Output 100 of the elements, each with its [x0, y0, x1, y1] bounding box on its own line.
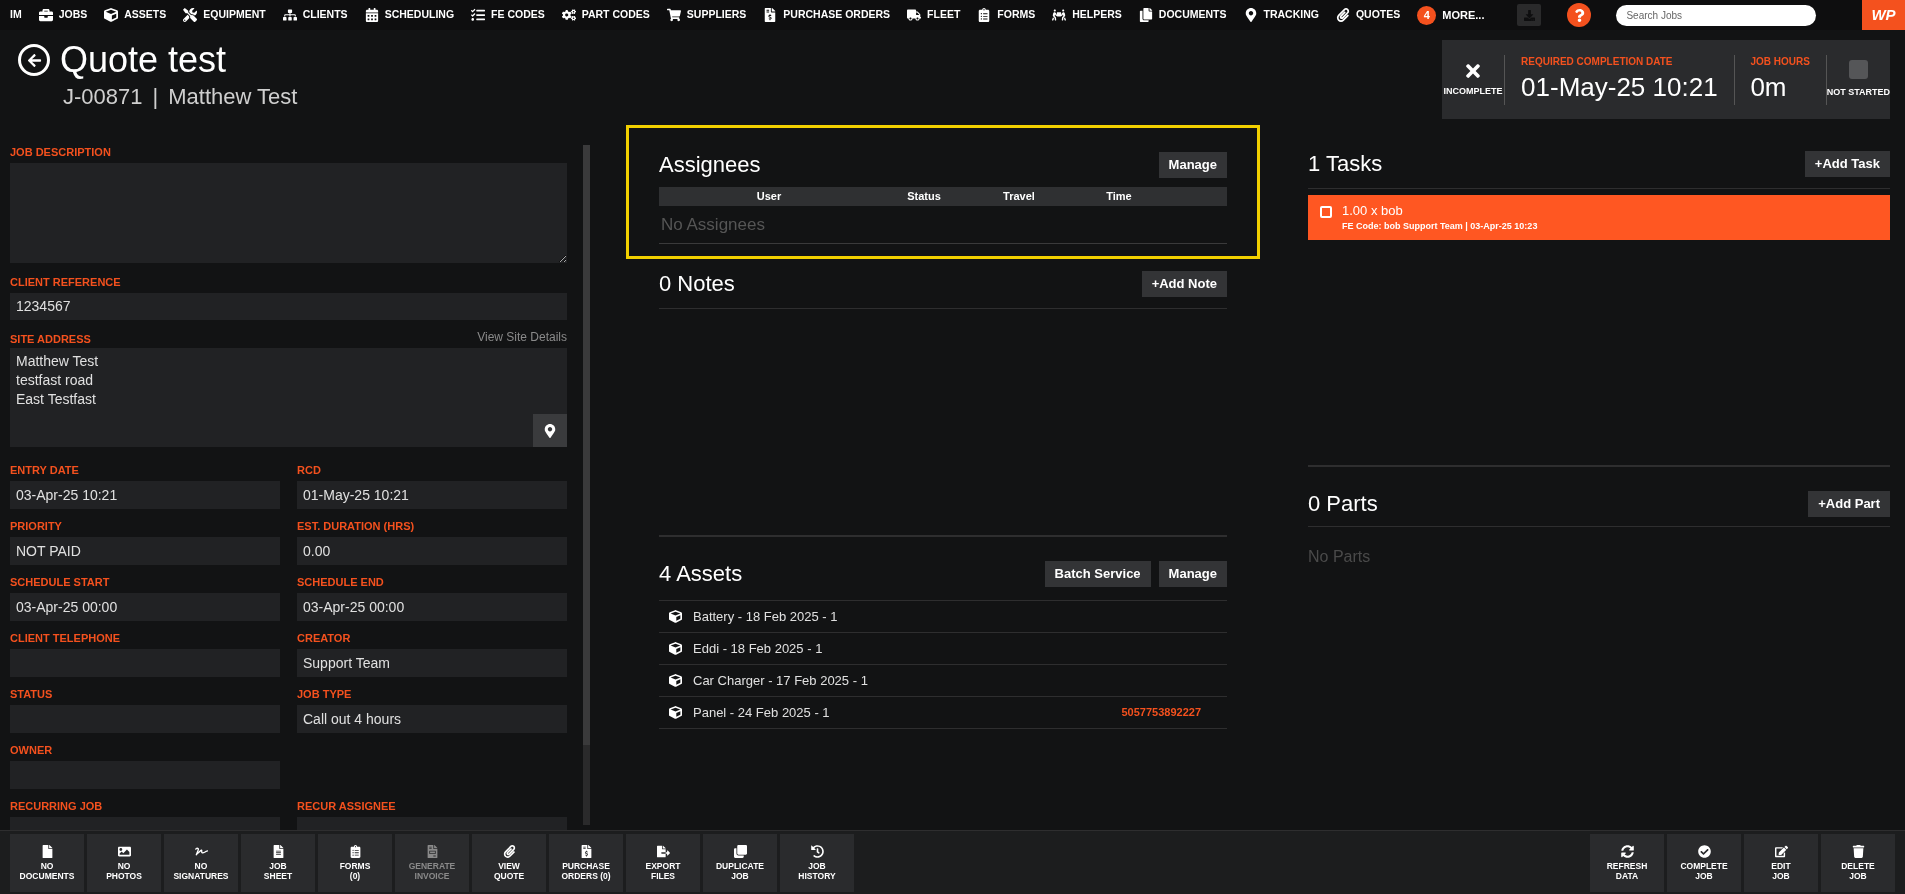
started-checkbox[interactable] [1848, 59, 1868, 79]
toolbar-button[interactable]: PURCHASE ORDERS (0) [549, 833, 623, 892]
document-icon [40, 844, 54, 858]
toolbar-button[interactable]: DUPLICATE JOB [703, 833, 777, 892]
search-field[interactable]: Search Jobs [1616, 4, 1817, 26]
batch-service-button[interactable]: Batch Service [1044, 560, 1151, 587]
toolbar-button[interactable]: EDIT JOB [1744, 833, 1818, 892]
scrollbar-thumb[interactable] [583, 145, 590, 745]
nav-link[interactable]: HELPERS [1052, 7, 1122, 23]
toolbar-button[interactable]: NO PHOTOS [87, 833, 161, 892]
export-icon [656, 844, 670, 858]
asset-label: Car Charger - 17 Feb 2025 - 1 [693, 671, 869, 690]
field-label: CLIENT TELEPHONE [10, 631, 121, 645]
empty-message: No Assignees [659, 211, 1227, 244]
hours-value: 0m [1750, 71, 1788, 104]
text-area[interactable] [10, 163, 567, 263]
input-field[interactable]: 1234567 [10, 293, 567, 320]
input-field[interactable]: 01-May-25 10:21 [297, 481, 567, 509]
toolbar-button[interactable]: VIEW QUOTE [472, 833, 546, 892]
column-header: User [755, 189, 783, 204]
toolbar-button[interactable]: DELETE JOB [1821, 833, 1895, 892]
toolbar-button[interactable]: JOB HISTORY [780, 833, 854, 892]
nav-link[interactable]: JOBS [38, 7, 88, 23]
cube-icon [669, 674, 682, 687]
manage-button[interactable]: Manage [1158, 560, 1227, 587]
toolbar-button[interactable]: EXPORT FILES [626, 833, 700, 892]
field-label: RCD [297, 463, 322, 477]
add-task-button[interactable]: +Add Task [1804, 150, 1890, 177]
task-detail: FE Code: bob Support Team | 03-Apr-25 10:23 [1342, 220, 1538, 233]
started-label: NOT STARTED [1826, 85, 1890, 99]
asset-row[interactable]: Panel - 24 Feb 2025 - 1 5057753892227 [659, 697, 1227, 729]
input-field[interactable]: NOT PAID [10, 537, 280, 565]
toolbar-button[interactable]: NO SIGNATURES [164, 833, 238, 892]
toolbar-button[interactable]: FORMS (0) [318, 833, 392, 892]
asset-label: Panel - 24 Feb 2025 - 1 [693, 703, 831, 722]
address-field[interactable]: Matthew Test testfast road East Testfast [10, 348, 567, 447]
cube-icon [669, 642, 682, 655]
add-note-button[interactable]: +Add Note [1141, 270, 1227, 297]
section-title: 4 Assets [659, 560, 743, 588]
help-button[interactable] [1567, 3, 1592, 27]
nav-link[interactable]: FLEET [907, 7, 961, 23]
field-label: EST. DURATION (HRS) [297, 519, 416, 533]
cube-icon [669, 610, 682, 623]
field-label: ENTRY DATE [10, 463, 80, 477]
nav-link[interactable]: PURCHASE ORDERS [763, 7, 891, 23]
nav-link[interactable]: DOCUMENTS [1138, 7, 1227, 23]
nav-link[interactable]: ASSETS [104, 7, 167, 23]
nav-link[interactable]: FORMS [977, 7, 1036, 23]
task-checkbox[interactable] [1320, 206, 1332, 218]
nav-link[interactable]: SUPPLIERS [666, 7, 747, 23]
nav-link[interactable]: TRACKING [1243, 7, 1319, 23]
separator: | [152, 83, 159, 111]
asset-code: 5057753892227 [1121, 705, 1201, 721]
section-title: 0 Parts [1308, 490, 1378, 518]
calendar-icon [364, 8, 379, 22]
image-icon [117, 844, 131, 858]
input-field[interactable]: 03-Apr-25 10:21 [10, 481, 280, 509]
asset-row[interactable]: Battery - 18 Feb 2025 - 1 [659, 601, 1227, 633]
input-field[interactable]: 0.00 [297, 537, 567, 565]
column-header: Travel [1002, 189, 1036, 204]
field-label: CLIENT REFERENCE [10, 275, 122, 289]
nav-link[interactable]: MORE... [1442, 6, 1485, 24]
nav-link[interactable]: SCHEDULING [364, 7, 455, 23]
asset-row[interactable]: Eddi - 18 Feb 2025 - 1 [659, 633, 1227, 665]
field-label: CREATOR [297, 631, 352, 645]
map-pin-icon [1243, 8, 1258, 22]
download-button[interactable] [1517, 4, 1542, 26]
nav-link[interactable]: QUOTES [1335, 7, 1401, 23]
toolbar-button[interactable]: COMPLETE JOB [1667, 833, 1741, 892]
nav-link[interactable]: IM [10, 7, 22, 23]
add-part-button[interactable]: +Add Part [1808, 490, 1890, 517]
help-icon [1572, 8, 1586, 22]
input-field[interactable]: Call out 4 hours [297, 705, 567, 733]
input-field[interactable]: 03-Apr-25 00:00 [297, 593, 567, 621]
nav-link[interactable]: PART CODES [561, 7, 650, 23]
asset-label: Battery - 18 Feb 2025 - 1 [693, 607, 839, 626]
input-field[interactable]: 03-Apr-25 00:00 [10, 593, 280, 621]
input-field[interactable]: Support Team [297, 649, 567, 677]
view-site-link[interactable]: View Site Details [477, 328, 567, 346]
rcd-label: REQUIRED COMPLETION DATE [1521, 55, 1674, 69]
asset-label: Eddi - 18 Feb 2025 - 1 [693, 639, 824, 658]
invoice-icon [425, 844, 439, 858]
map-pin-button[interactable] [533, 414, 567, 447]
nav-link[interactable]: CLIENTS [282, 7, 348, 23]
column-header: Time [1105, 189, 1133, 204]
asset-row[interactable]: Car Charger - 17 Feb 2025 - 1 [659, 665, 1227, 697]
manage-button[interactable]: Manage [1158, 151, 1227, 178]
nav-link[interactable]: FE CODES [471, 7, 545, 23]
toolbar-button[interactable]: JOB SHEET [241, 833, 315, 892]
field-label: SITE ADDRESS [10, 332, 91, 346]
toolbar-button[interactable]: REFRESH DATA [1590, 833, 1664, 892]
section-title: 1 Tasks [1308, 150, 1383, 178]
back-button[interactable] [18, 44, 50, 76]
job-number: J-00871 [63, 83, 143, 111]
toolbar-button[interactable]: NO DOCUMENTS [10, 833, 84, 892]
nav-link[interactable]: EQUIPMENT [183, 7, 266, 23]
sitemap-icon [282, 8, 297, 22]
tools-icon [183, 8, 198, 22]
field-label: JOB DESCRIPTION [10, 145, 112, 159]
person-carry-icon [1052, 8, 1067, 22]
